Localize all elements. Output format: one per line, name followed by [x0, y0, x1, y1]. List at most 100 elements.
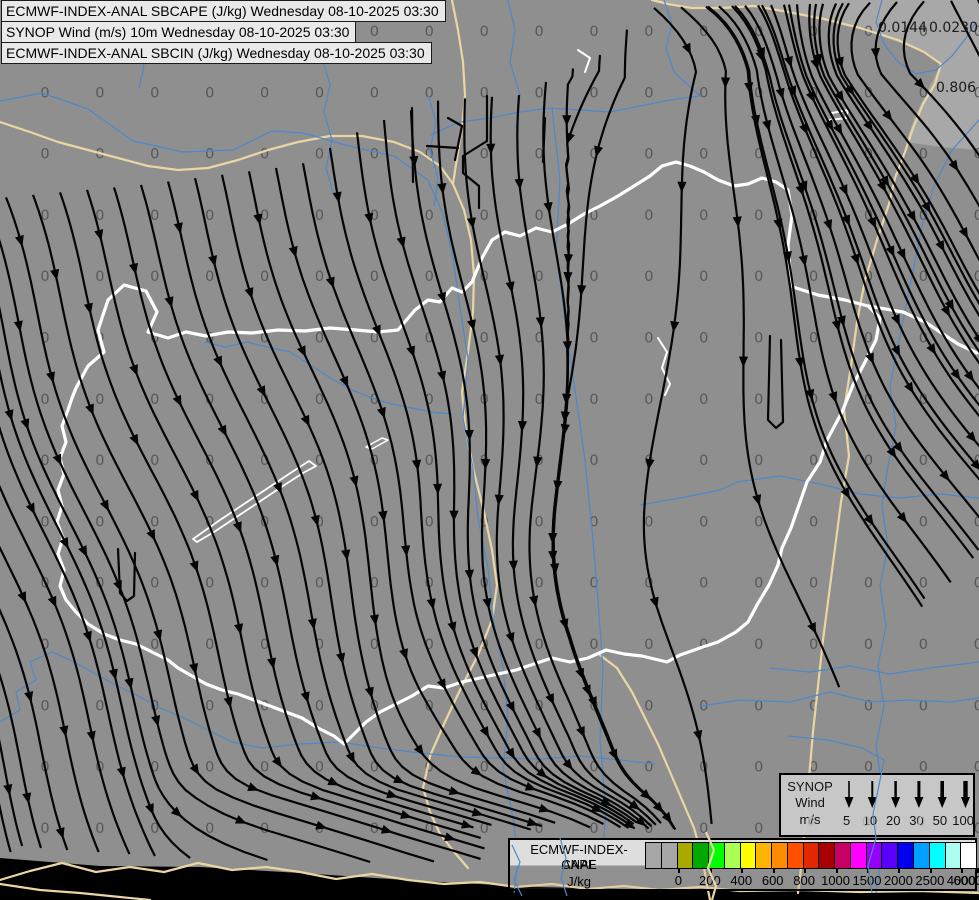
svg-text:0: 0 — [699, 453, 708, 469]
cape-color-swatch — [849, 843, 866, 868]
svg-text:0: 0 — [205, 760, 214, 776]
map-canvas: 0 0 0 0 0 0 0 0 0 0 0 0 0 0 0 0 0 0 0 0 0 0 0 0 0 0 0 0 0 0 0 0 0 0 0 0 0 0 0 0… — [0, 0, 979, 900]
svg-text:0: 0 — [919, 637, 928, 653]
svg-text:0: 0 — [480, 147, 489, 163]
cape-legend-units: J/kg — [567, 874, 591, 889]
svg-text:0: 0 — [699, 208, 708, 224]
cape-tick-label: 6000 — [953, 873, 979, 888]
svg-text:0: 0 — [754, 576, 763, 592]
svg-text:0: 0 — [644, 85, 653, 101]
wind-speed-values: 5 10 20 30 50 100 — [835, 813, 975, 828]
svg-text:0: 0 — [205, 208, 214, 224]
cape-color-swatch — [913, 843, 929, 868]
cape-color-swatch — [881, 843, 898, 868]
svg-text:0: 0 — [260, 269, 269, 285]
svg-text:0: 0 — [864, 637, 873, 653]
svg-text:0: 0 — [95, 269, 104, 285]
cape-color-swatch — [802, 843, 819, 868]
svg-text:0: 0 — [370, 514, 379, 530]
svg-text:0: 0 — [150, 85, 159, 101]
svg-text:0: 0 — [534, 24, 543, 40]
wind-speed-value: 100 — [952, 813, 974, 828]
svg-text:0: 0 — [589, 821, 598, 837]
svg-text:0: 0 — [699, 147, 708, 163]
cape-color-legend: ECMWF-INDEX-ANAL CAPE J/kg 0 200 400 600 800… — [508, 838, 979, 891]
svg-text:0: 0 — [534, 637, 543, 653]
svg-text:0: 0 — [150, 576, 159, 592]
svg-text:0: 0 — [95, 514, 104, 530]
svg-text:0: 0 — [754, 637, 763, 653]
svg-text:0: 0 — [40, 269, 49, 285]
cape-color-swatch — [928, 843, 945, 868]
svg-text:0: 0 — [205, 147, 214, 163]
svg-text:0: 0 — [644, 269, 653, 285]
svg-text:0: 0 — [644, 24, 653, 40]
svg-text:0: 0 — [699, 576, 708, 592]
svg-text:0: 0 — [425, 514, 434, 530]
map-grid-value: 0 — [917, 815, 926, 830]
svg-text:0: 0 — [315, 698, 324, 714]
svg-text:0: 0 — [315, 269, 324, 285]
svg-text:0: 0 — [150, 453, 159, 469]
svg-text:0: 0 — [754, 821, 763, 837]
svg-text:0: 0 — [95, 637, 104, 653]
svg-text:0: 0 — [95, 85, 104, 101]
station-value: 0.806 — [936, 80, 977, 96]
svg-text:0: 0 — [40, 698, 49, 714]
svg-text:0: 0 — [260, 85, 269, 101]
cape-legend-subtitle: CAPE — [561, 857, 597, 872]
svg-text:0: 0 — [425, 208, 434, 224]
svg-text:0: 0 — [809, 514, 818, 530]
svg-text:0: 0 — [150, 147, 159, 163]
cape-color-swatch — [786, 843, 803, 868]
svg-text:0: 0 — [589, 453, 598, 469]
svg-text:0: 0 — [919, 453, 928, 469]
map-title-legend: ECMWF-INDEX-ANAL SBCAPE (J/kg) Wednesday… — [1, 0, 446, 64]
svg-text:0: 0 — [699, 514, 708, 530]
svg-text:0: 0 — [809, 637, 818, 653]
svg-text:0: 0 — [919, 576, 928, 592]
title-sbcape: ECMWF-INDEX-ANAL SBCAPE (J/kg) Wednesday… — [1, 0, 446, 22]
cape-color-swatch — [944, 843, 961, 868]
svg-text:0: 0 — [205, 698, 214, 714]
wind-speed-value: 50 — [932, 813, 948, 828]
wind-arrow-icons — [844, 781, 970, 808]
svg-text:0: 0 — [425, 453, 434, 469]
svg-text:0: 0 — [589, 392, 598, 408]
wind-speed-legend: 0 0 0 SYNOP Wind m/s 5 10 20 30 50 100 — [779, 773, 975, 837]
cape-color-swatch — [739, 843, 756, 868]
svg-text:0: 0 — [589, 331, 598, 347]
svg-text:0: 0 — [699, 392, 708, 408]
svg-text:0: 0 — [974, 637, 979, 653]
wind-speed-value: 20 — [886, 813, 901, 828]
svg-text:0: 0 — [754, 331, 763, 347]
svg-text:0: 0 — [150, 514, 159, 530]
svg-text:0: 0 — [534, 208, 543, 224]
svg-text:0: 0 — [974, 576, 979, 592]
svg-text:0: 0 — [150, 392, 159, 408]
cape-color-bar — [645, 842, 977, 869]
svg-text:0: 0 — [480, 331, 489, 347]
map-grid-value: 0 — [862, 815, 871, 830]
svg-text:0: 0 — [95, 453, 104, 469]
svg-text:0: 0 — [699, 85, 708, 101]
svg-text:0: 0 — [40, 392, 49, 408]
svg-text:0: 0 — [589, 24, 598, 40]
svg-text:0: 0 — [754, 208, 763, 224]
cape-color-swatch — [692, 843, 709, 868]
svg-text:0: 0 — [644, 331, 653, 347]
svg-text:0: 0 — [205, 637, 214, 653]
svg-text:0: 0 — [754, 760, 763, 776]
svg-text:0: 0 — [754, 269, 763, 285]
station-value: 0.0230 — [929, 20, 978, 36]
svg-text:0: 0 — [260, 576, 269, 592]
svg-text:0: 0 — [95, 821, 104, 837]
title-synop-wind: SYNOP Wind (m/s) 10m Wednesday 08-10-202… — [1, 21, 357, 43]
svg-text:0: 0 — [754, 392, 763, 408]
svg-text:0: 0 — [864, 576, 873, 592]
wind-legend-title: SYNOP — [787, 779, 833, 794]
svg-text:0: 0 — [644, 208, 653, 224]
svg-text:0: 0 — [644, 698, 653, 714]
svg-text:0: 0 — [644, 760, 653, 776]
svg-text:0: 0 — [809, 269, 818, 285]
